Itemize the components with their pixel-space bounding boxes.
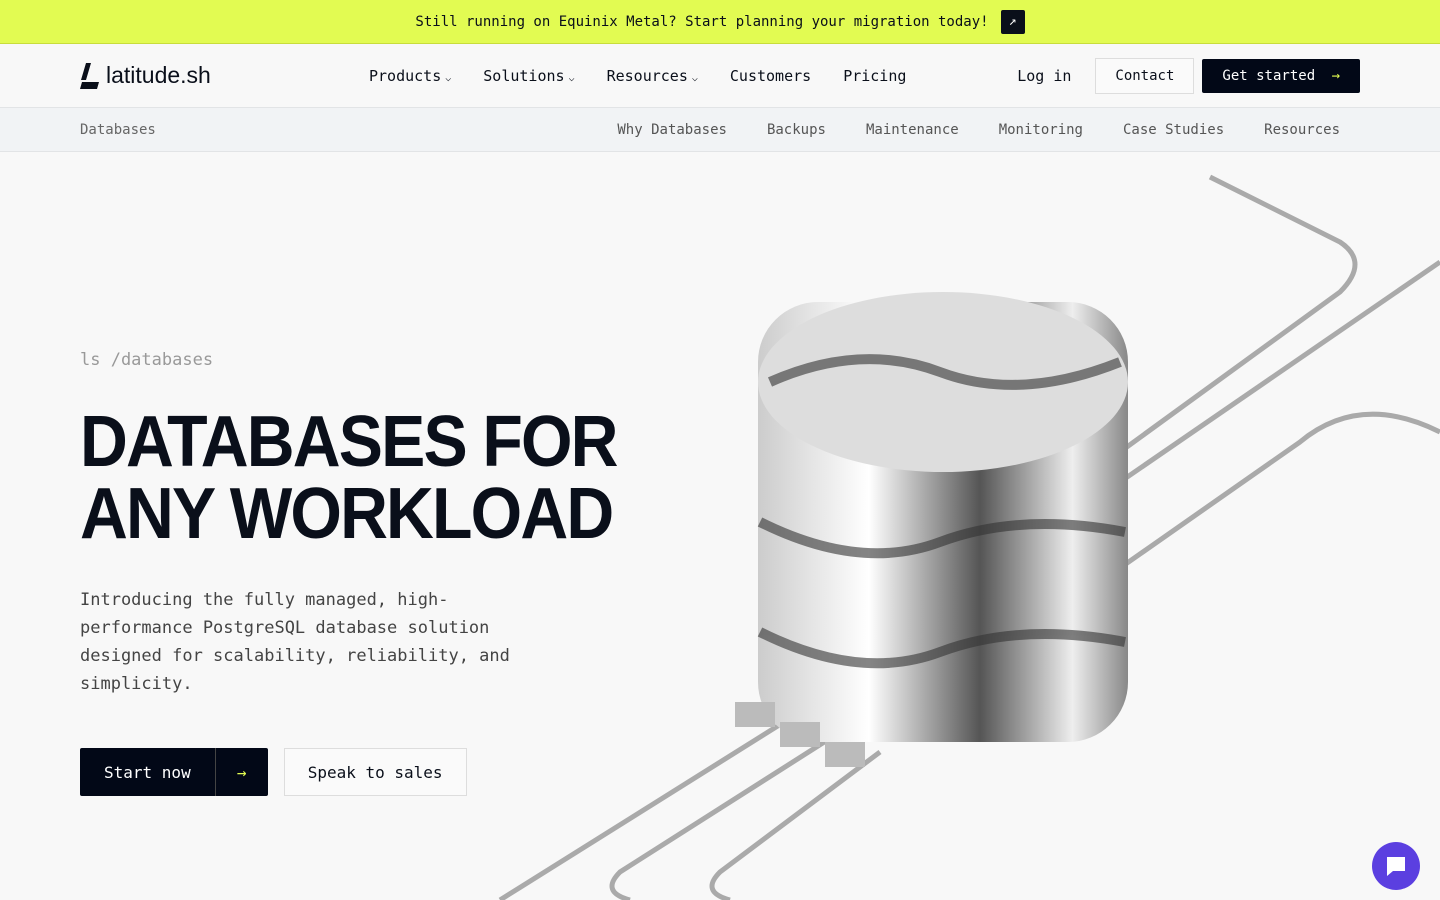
nav-pricing[interactable]: Pricing <box>843 67 906 85</box>
button-label: Get started <box>1222 67 1316 84</box>
chevron-down-icon: ⌵ <box>445 72 452 84</box>
logo[interactable]: latitude.sh <box>80 62 369 89</box>
nav-label: Solutions <box>483 66 565 85</box>
arrow-right-icon: → <box>236 762 247 782</box>
subnav-resources[interactable]: Resources <box>1264 122 1340 138</box>
logo-text: latitude.sh <box>106 62 211 88</box>
subnav-monitoring[interactable]: Monitoring <box>999 122 1083 138</box>
nav-label: Products <box>369 66 442 85</box>
get-started-button[interactable]: Get started → <box>1202 58 1360 93</box>
contact-button[interactable]: Contact <box>1095 57 1195 94</box>
button-label: Start now <box>80 748 216 796</box>
nav-resources[interactable]: Resources ⌵ <box>607 67 698 85</box>
nav-customers[interactable]: Customers <box>730 67 811 85</box>
hero-command: ls /databases <box>80 350 214 370</box>
nav-products[interactable]: Products ⌵ <box>369 67 451 85</box>
announcement-banner[interactable]: Still running on Equinix Metal? Start pl… <box>0 0 1440 44</box>
title-line: any workload <box>80 474 614 554</box>
hero-title: Databases for any workload <box>80 406 632 550</box>
subnav-title[interactable]: Databases <box>80 122 156 138</box>
nav-label: Resources <box>606 66 688 85</box>
login-link[interactable]: Log in <box>1017 67 1071 85</box>
hero-description: Introducing the fully managed, high-perf… <box>80 590 510 694</box>
subnav-backups[interactable]: Backups <box>767 122 826 138</box>
speak-to-sales-button[interactable]: Speak to sales <box>283 748 467 796</box>
chat-bubble-icon <box>1387 857 1405 876</box>
chevron-down-icon: ⌵ <box>568 72 575 84</box>
external-arrow-icon[interactable]: ↗ <box>1000 9 1025 34</box>
chevron-down-icon: ⌵ <box>691 72 698 84</box>
title-line: Databases for <box>80 402 619 482</box>
banner-text[interactable]: Still running on Equinix Metal? Start pl… <box>415 14 988 30</box>
subnav-case-studies[interactable]: Case Studies <box>1123 122 1224 138</box>
arrow-right-icon: → <box>1331 67 1340 84</box>
nav-solutions[interactable]: Solutions ⌵ <box>483 67 574 85</box>
top-nav: latitude.sh Products ⌵ Solutions ⌵ Resourc… <box>0 44 1440 108</box>
sub-nav: Databases Why Databases Backups Maintena… <box>0 108 1440 152</box>
start-now-button[interactable]: Start now → <box>80 748 268 796</box>
hero: ls /databases Databases for any workload … <box>80 350 680 796</box>
subnav-why-databases[interactable]: Why Databases <box>617 122 727 138</box>
chat-button[interactable] <box>1372 842 1420 890</box>
logo-mark-icon <box>80 62 99 89</box>
subnav-maintenance[interactable]: Maintenance <box>866 122 959 138</box>
